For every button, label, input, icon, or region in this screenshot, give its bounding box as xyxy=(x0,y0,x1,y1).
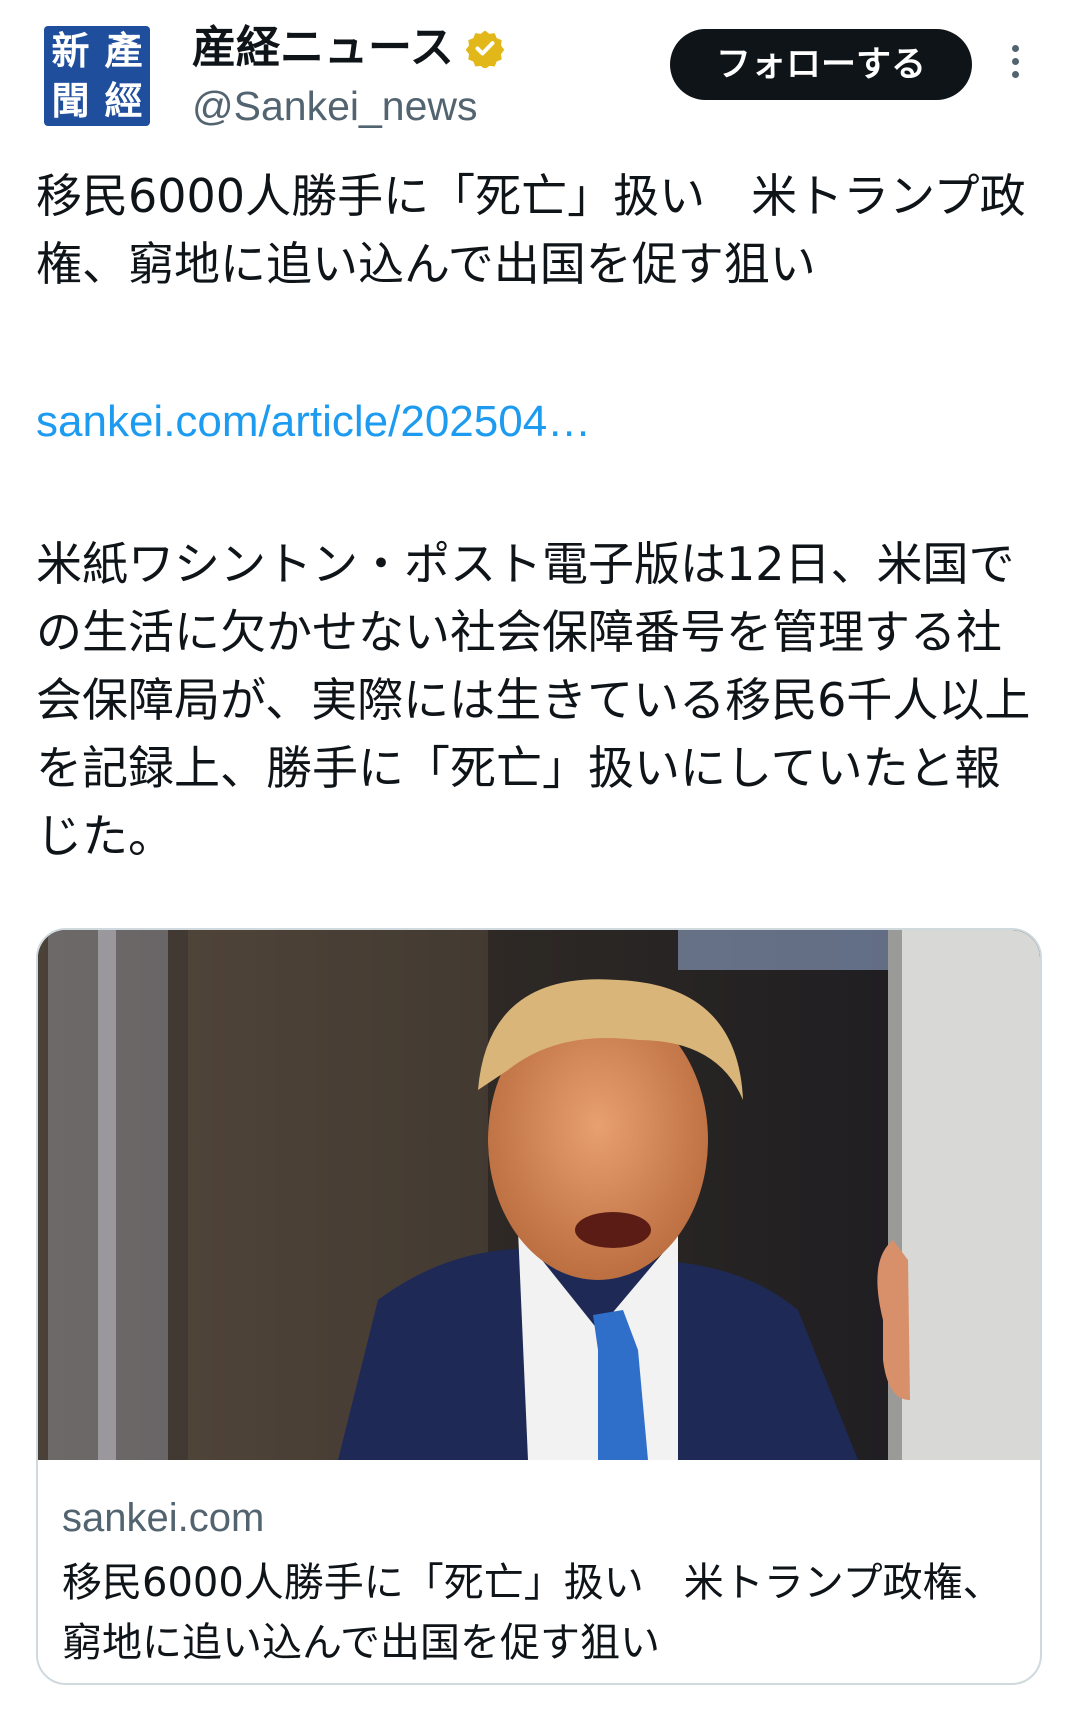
verified-badge-icon xyxy=(465,30,505,68)
article-photo xyxy=(38,930,1040,1460)
avatar-glyph: 新 xyxy=(51,28,90,73)
link-preview-card[interactable]: sankei.com 移民6000人勝手に「死亡」扱い 米トランプ政権、窮地に追… xyxy=(36,928,1042,1685)
avatar-logo: 新 產 聞 經 xyxy=(44,26,150,126)
more-options-icon[interactable] xyxy=(1000,40,1030,90)
post-body: 米紙ワシントン・ポスト電子版は12日、米国での生活に欠かせない社会保障番号を管理… xyxy=(36,537,1031,863)
post-header: 新 產 聞 經 産経ニュース @Sankei_news フォローする xyxy=(0,0,1080,140)
avatar-glyph: 產 xyxy=(104,28,143,73)
avatar[interactable]: 新 產 聞 經 xyxy=(44,26,150,126)
card-title: 移民6000人勝手に「死亡」扱い 米トランプ政権、窮地に追い込んで出国を促す狙い xyxy=(62,1560,1003,1666)
article-link[interactable]: sankei.com/article/202504… xyxy=(36,390,591,454)
follow-button[interactable]: フォローする xyxy=(670,29,972,100)
post-headline: 移民6000人勝手に「死亡」扱い 米トランプ政権、窮地に追い込んで出国を促す狙い xyxy=(36,169,1026,291)
avatar-glyph: 聞 xyxy=(51,78,90,123)
handle[interactable]: @Sankei_news xyxy=(192,80,505,132)
avatar-glyph: 經 xyxy=(104,78,143,123)
author-info: 産経ニュース @Sankei_news xyxy=(192,20,505,132)
card-domain: sankei.com xyxy=(62,1496,265,1540)
display-name[interactable]: 産経ニュース xyxy=(192,20,454,76)
